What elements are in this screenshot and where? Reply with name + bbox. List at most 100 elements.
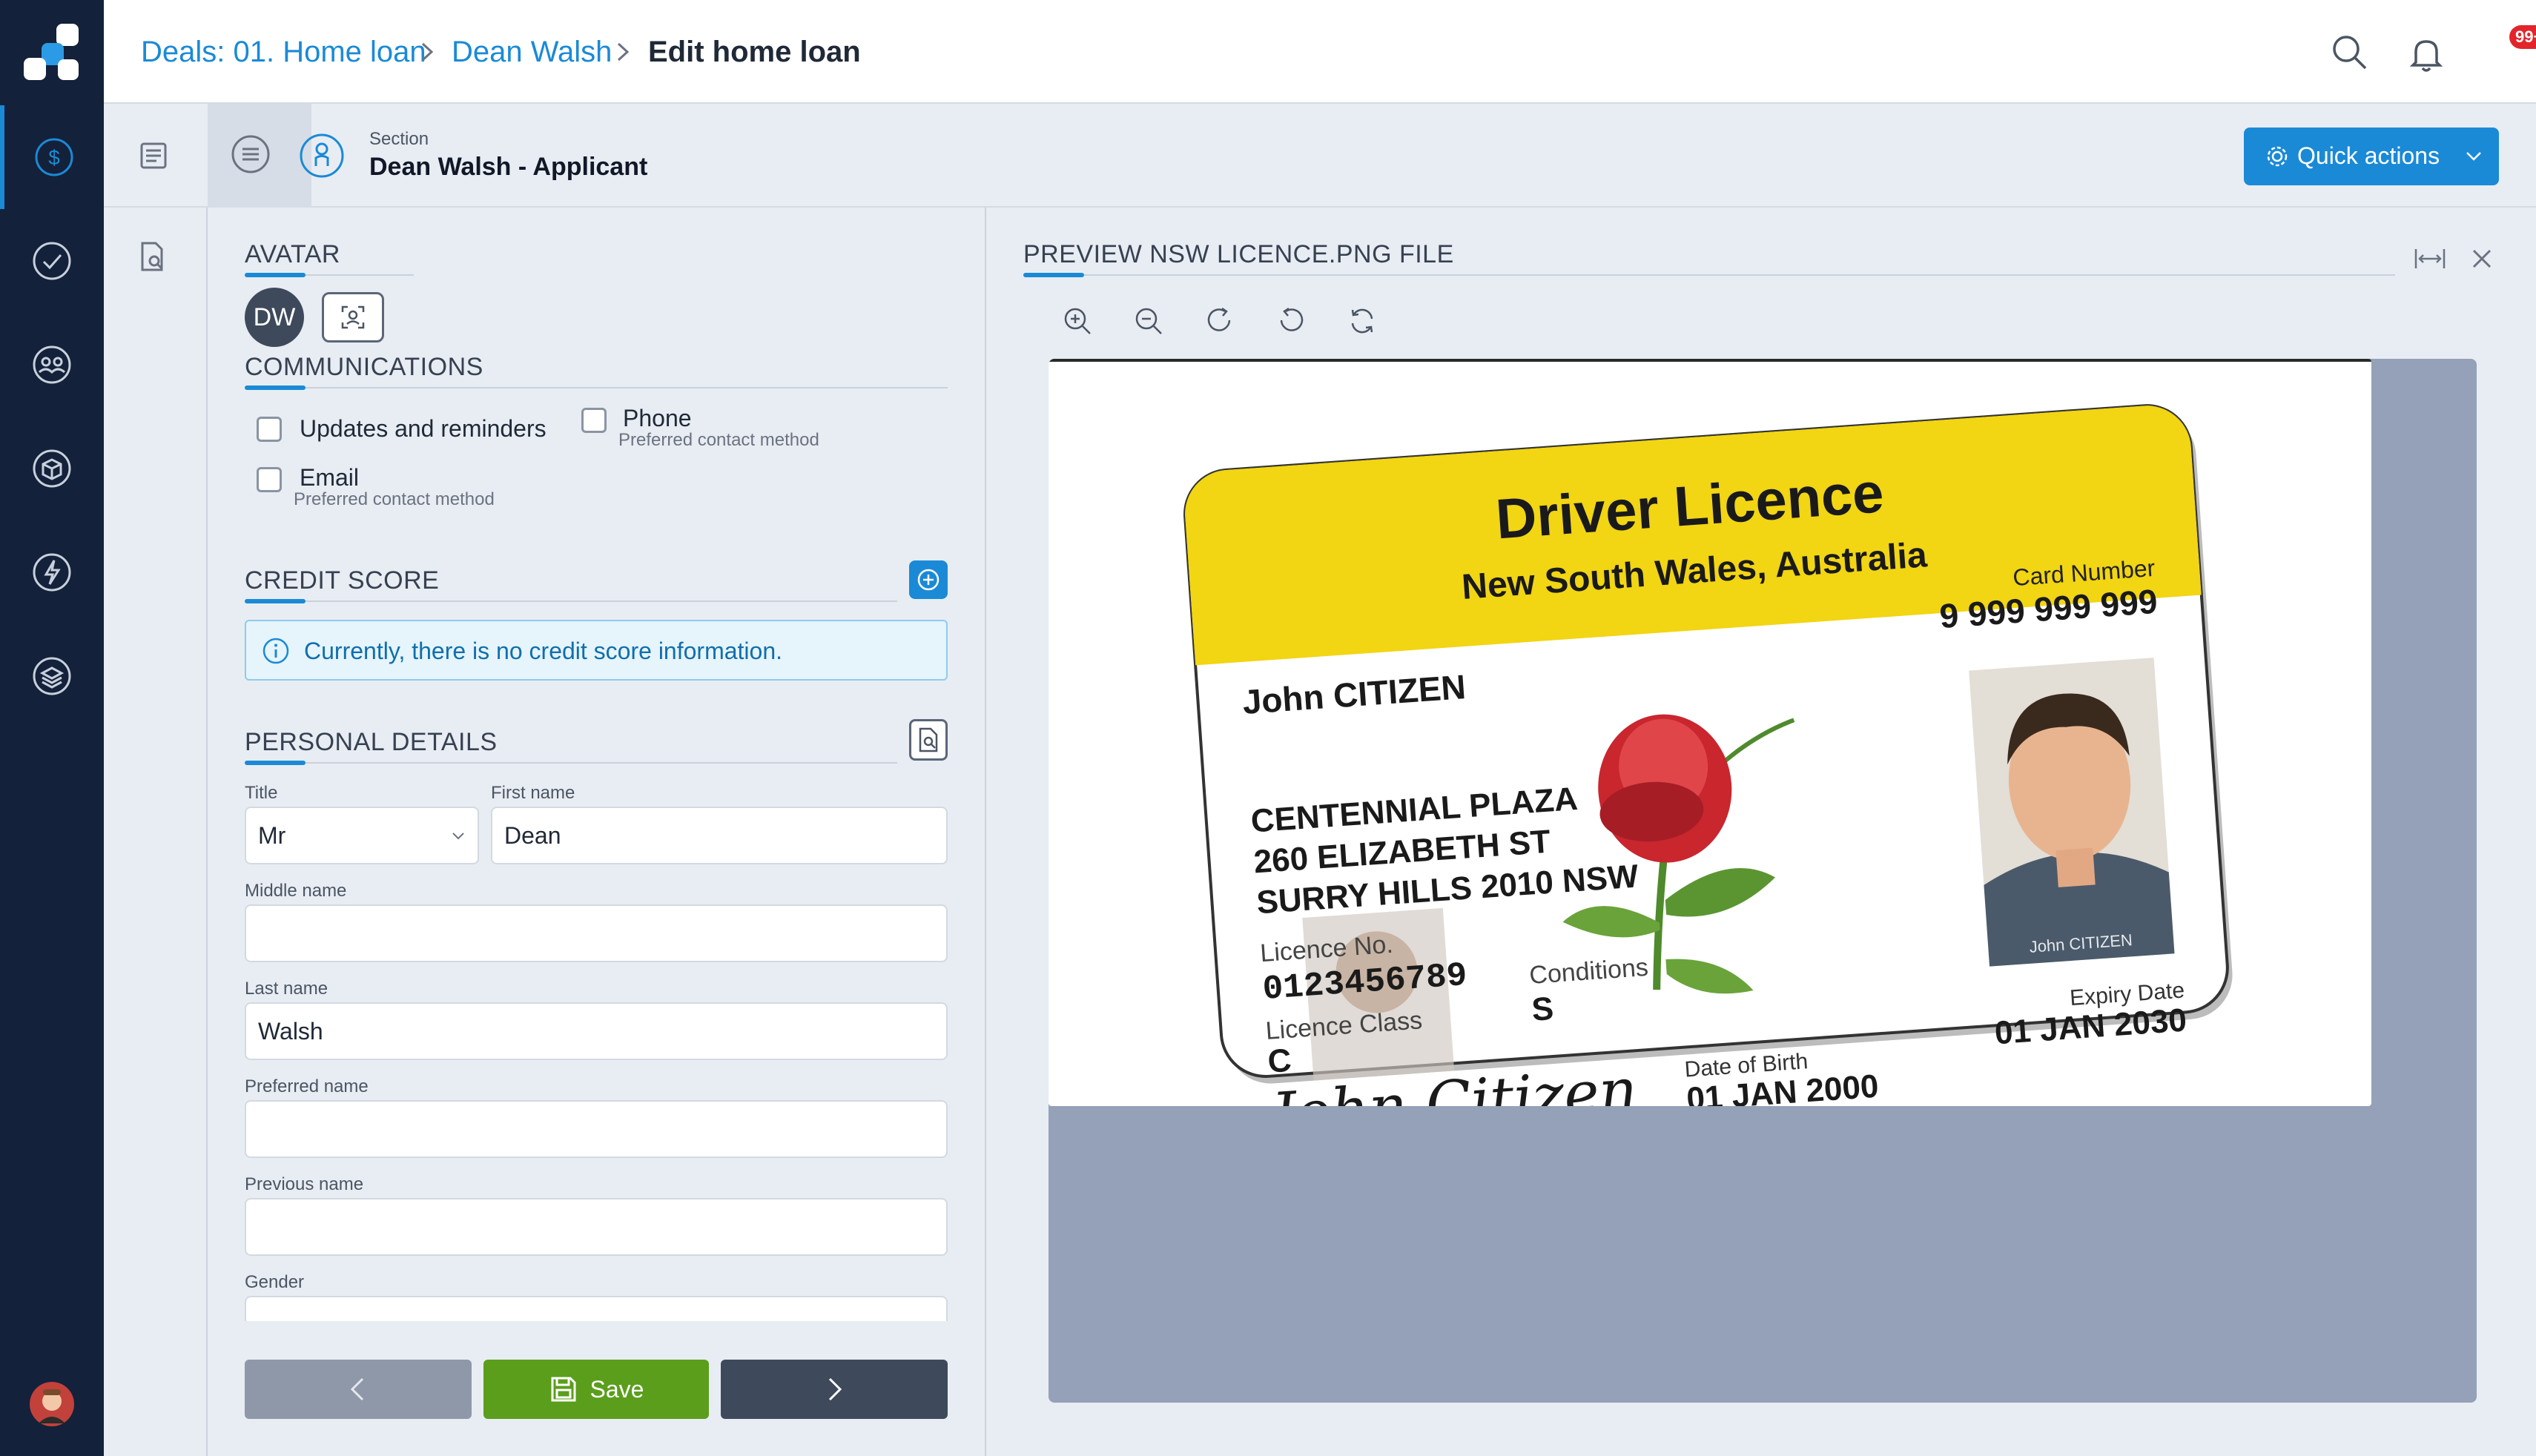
zoom-in-icon — [1064, 308, 1091, 334]
previous-name-label: Previous name — [245, 1174, 364, 1194]
details-view-button[interactable] — [137, 133, 174, 178]
credit-score-info-box: Currently, there is no credit score info… — [245, 620, 948, 681]
expand-preview-button[interactable] — [2413, 242, 2447, 276]
section-bar: Section Dean Walsh - Applicant Quick act… — [104, 104, 2536, 208]
nav-deals[interactable]: $ — [0, 105, 104, 209]
credit-score-info-text: Currently, there is no credit score info… — [304, 638, 782, 664]
rotate-right-button[interactable] — [1203, 304, 1237, 338]
middle-name-label: Middle name — [245, 881, 347, 901]
credit-score-section-title: CREDIT SCORE — [245, 566, 440, 595]
personal-details-section-title: PERSONAL DETAILS — [245, 728, 498, 756]
preview-pane: PREVIEW NSW LICENCE.PNG FILE Driver Lice… — [985, 208, 2536, 1456]
chevron-right-icon — [421, 42, 434, 62]
box-icon — [33, 449, 71, 488]
title-field-label: Title — [245, 783, 278, 803]
files-view-button[interactable] — [136, 240, 174, 277]
file-search-icon — [919, 727, 938, 752]
avatar-initials: DW — [245, 288, 304, 347]
rotate-right-icon — [1207, 307, 1231, 331]
chevron-left-icon — [350, 1377, 364, 1401]
dollar-icon: $ — [35, 138, 73, 176]
quick-actions-label: Quick actions — [2297, 142, 2440, 169]
section-label: Section — [369, 129, 429, 149]
user-avatar-icon — [30, 1382, 74, 1426]
updates-checkbox[interactable] — [257, 417, 282, 442]
lightning-icon — [33, 553, 71, 592]
last-name-input[interactable] — [245, 1002, 948, 1060]
title-select[interactable]: Mr — [245, 807, 479, 864]
gender-select[interactable] — [245, 1296, 948, 1321]
licence-photo — [1969, 658, 2175, 967]
phone-label: Phone — [623, 405, 692, 431]
plus-circle-icon — [917, 569, 940, 591]
list-view-tab[interactable] — [208, 104, 311, 208]
face-scan-icon — [341, 305, 365, 329]
zoom-out-icon — [1135, 308, 1162, 334]
next-button[interactable] — [721, 1360, 948, 1419]
licence-conditions: S — [1530, 990, 1555, 1028]
chevron-right-icon — [828, 1377, 842, 1401]
close-preview-button[interactable] — [2465, 242, 2499, 276]
avatar-section-title: AVATAR — [245, 240, 340, 268]
gender-label: Gender — [245, 1272, 305, 1292]
list-icon — [231, 135, 270, 173]
add-credit-score-button[interactable] — [909, 560, 948, 599]
personal-details-lookup-button[interactable] — [909, 719, 948, 761]
check-circle-icon — [33, 242, 71, 280]
avatar-upload-button[interactable] — [322, 292, 384, 343]
people-icon — [33, 345, 71, 384]
first-name-label: First name — [491, 783, 575, 803]
search-button[interactable] — [2328, 31, 2370, 73]
first-name-input[interactable] — [491, 807, 948, 864]
email-label: Email — [300, 464, 360, 491]
image-viewport[interactable]: Driver Licence New South Wales, Australi… — [1049, 359, 2477, 1403]
nav-contacts[interactable] — [0, 313, 104, 417]
previous-button[interactable] — [245, 1360, 472, 1419]
quick-actions-dropdown[interactable] — [2449, 128, 2499, 185]
phone-checkbox[interactable] — [581, 408, 607, 433]
reset-view-button[interactable] — [1345, 304, 1379, 338]
notifications-button[interactable] — [2405, 28, 2457, 74]
bell-icon — [2409, 40, 2443, 72]
last-name-label: Last name — [245, 979, 328, 999]
quick-actions-button[interactable]: Quick actions — [2244, 128, 2499, 185]
logo-icon — [24, 24, 79, 80]
rotate-left-button[interactable] — [1274, 304, 1308, 338]
updates-label: Updates and reminders — [300, 415, 547, 442]
chevron-down-icon — [2466, 152, 2481, 161]
chevron-right-icon — [617, 42, 630, 62]
title-select-value: Mr — [258, 821, 286, 849]
communications-section-title: COMMUNICATIONS — [245, 353, 483, 381]
middle-name-input[interactable] — [245, 904, 948, 962]
section-title: Dean Walsh - Applicant — [369, 153, 648, 181]
nav-tasks[interactable] — [0, 209, 104, 313]
breadcrumb-deal[interactable]: Deals: 01. Home loan — [141, 33, 426, 71]
applicant-icon — [300, 133, 344, 178]
zoom-in-button[interactable] — [1060, 304, 1094, 338]
zoom-out-button[interactable] — [1132, 304, 1166, 338]
svg-text:$: $ — [48, 146, 60, 169]
user-avatar[interactable] — [0, 1352, 104, 1456]
preview-title: PREVIEW NSW LICENCE.PNG FILE — [1023, 240, 1454, 268]
info-icon — [262, 638, 289, 664]
close-icon — [2472, 249, 2492, 268]
nav-products[interactable] — [0, 417, 104, 520]
layers-icon — [33, 657, 71, 695]
refresh-icon — [1351, 308, 1373, 334]
expand-horizontal-icon — [2414, 249, 2446, 268]
phone-sublabel: Preferred contact method — [618, 430, 819, 450]
save-button[interactable]: Save — [483, 1360, 709, 1419]
document-icon — [140, 142, 167, 169]
previous-name-input[interactable] — [245, 1198, 948, 1256]
rotate-left-icon — [1280, 307, 1304, 331]
nav-automation[interactable] — [0, 520, 104, 624]
breadcrumb-contact[interactable]: Dean Walsh — [452, 33, 612, 71]
email-sublabel: Preferred contact method — [294, 489, 495, 509]
notification-badge: 99+ — [2509, 25, 2536, 49]
gender-select-clip — [245, 1296, 948, 1321]
nav-layers[interactable] — [0, 624, 104, 728]
preferred-name-input[interactable] — [245, 1100, 948, 1158]
licence-card-graphic: Driver Licence New South Wales, Australi… — [1182, 403, 2233, 1106]
app-logo[interactable] — [0, 0, 104, 104]
email-checkbox[interactable] — [257, 467, 282, 492]
